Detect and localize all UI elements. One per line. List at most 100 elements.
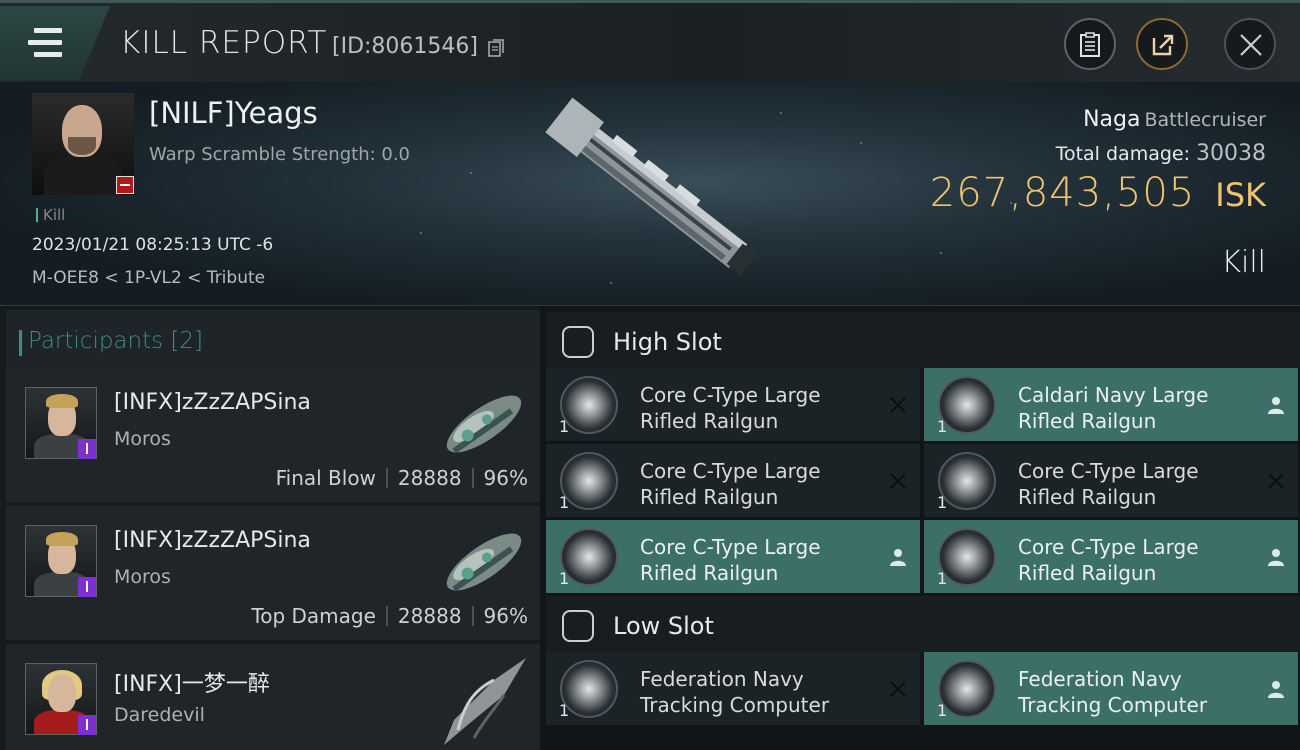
item-quantity: 1	[559, 417, 570, 436]
menu-icon-bar	[28, 40, 62, 45]
item-quantity: 1	[937, 569, 948, 588]
fitting-item[interactable]: 1 Core C-Type Large Rifled Railgun	[546, 368, 920, 441]
low-slot-label: Low Slot	[613, 612, 714, 640]
victim-ship[interactable]: Naga Battlecruiser	[1083, 107, 1266, 132]
total-damage-value: 30038	[1196, 141, 1266, 166]
participant-stats: Final Blow 28888 96%	[276, 466, 528, 490]
item-name: Core C-Type Large Rifled Railgun	[640, 534, 821, 586]
daredevil-ship-image	[444, 658, 526, 745]
participant-ship: Daredevil	[114, 704, 205, 726]
participant-damage: 28888	[397, 466, 462, 490]
dropped-person-icon	[1268, 549, 1284, 566]
fitting-item[interactable]: 1 Core C-Type Large Rifled Railgun	[546, 444, 920, 517]
item-name-line: Core C-Type Large	[640, 383, 821, 407]
ship-name: Naga	[1083, 107, 1141, 132]
participant-ship: Moros	[114, 428, 171, 450]
participants-header: Participants [2]	[6, 310, 540, 368]
total-damage-label: Total damage:	[1055, 143, 1190, 165]
moros-ship-image	[446, 395, 522, 454]
portrait-body	[44, 155, 122, 195]
item-name-line: Caldari Navy Large	[1018, 383, 1209, 407]
item-name: Core C-Type Large Rifled Railgun	[1018, 534, 1199, 586]
clipboard-icon	[1080, 32, 1100, 57]
fitting-item[interactable]: 1 Federation Navy Tracking Computer	[546, 652, 920, 725]
item-name-line: Rifled Railgun	[1018, 561, 1157, 585]
report-id: [ID:8061546]	[332, 34, 478, 59]
fitting-item[interactable]: 1 Core C-Type Large Rifled Railgun	[924, 520, 1298, 593]
participant-stats: Top Damage 28888 96%	[251, 604, 528, 628]
item-name-line: Core C-Type Large	[1018, 459, 1199, 483]
participant-row[interactable]: [INFX]一梦一醉 Daredevil	[6, 644, 540, 750]
item-quantity: 1	[937, 701, 948, 720]
menu-icon-bar	[34, 52, 62, 57]
slot-icon	[562, 610, 594, 642]
kill-result: Kill	[1221, 245, 1266, 280]
high-slot-header: High Slot	[546, 312, 1300, 368]
victim-name[interactable]: [NILF]Yeags	[149, 96, 318, 130]
item-name-line: Core C-Type Large	[1018, 535, 1199, 559]
naga-ship-image[interactable]	[520, 85, 780, 295]
participant-name: [INFX]一梦一醉	[114, 672, 270, 697]
item-name-line: Rifled Railgun	[1018, 485, 1157, 509]
participant-role: Top Damage	[251, 604, 376, 628]
clipboard-button[interactable]	[1064, 18, 1116, 70]
menu-icon	[34, 28, 62, 33]
item-name: Core C-Type Large Rifled Railgun	[640, 382, 821, 434]
participant-damage: 28888	[397, 604, 462, 628]
item-name: Federation Navy Tracking Computer	[640, 666, 829, 718]
destroyed-x-icon	[890, 397, 906, 413]
participant-name: [INFX]zZzZAPSina	[114, 528, 311, 553]
participant-row[interactable]: [INFX]zZzZAPSina Moros Final Blow 28888 96…	[6, 368, 540, 502]
slot-icon	[562, 326, 594, 358]
dropped-person-icon	[1268, 681, 1284, 698]
close-icon	[1240, 34, 1262, 56]
participant-percent: 96%	[483, 604, 528, 628]
item-quantity: 1	[559, 701, 570, 720]
warp-scramble-strength: Warp Scramble Strength: 0.0	[149, 144, 411, 165]
menu-button[interactable]	[0, 6, 110, 80]
kill-tag: Kill	[36, 206, 65, 224]
ship-class: Battlecruiser	[1144, 109, 1266, 131]
item-name-line: Rifled Railgun	[640, 485, 779, 509]
item-name-line: Tracking Computer	[640, 693, 830, 717]
participant-ship: Moros	[114, 566, 171, 588]
destroyed-x-icon	[890, 681, 906, 697]
item-quantity: 1	[559, 493, 570, 512]
isk-amount: 267,843,505	[929, 170, 1196, 216]
participants-panel: Participants [2] [INFX]zZzZAPSina Moros …	[0, 306, 540, 750]
copy-icon[interactable]	[488, 39, 504, 57]
share-button[interactable]	[1136, 18, 1188, 70]
participant-name: [INFX]zZzZAPSina	[114, 390, 311, 415]
item-name: Core C-Type Large Rifled Railgun	[640, 458, 821, 510]
stat-divider	[385, 606, 388, 626]
low-slot-header: Low Slot	[546, 596, 1300, 652]
item-name-line: Rifled Railgun	[640, 561, 779, 585]
item-name-line: Federation Navy	[640, 667, 804, 691]
portrait-beard	[68, 137, 96, 155]
top-bar: KILL REPORT [ID:8061546]	[0, 0, 1300, 82]
item-name: Core C-Type Large Rifled Railgun	[1018, 458, 1199, 510]
item-name-line: Rifled Railgun	[640, 409, 779, 433]
item-quantity: 1	[937, 417, 948, 436]
destroyed-x-icon	[890, 473, 906, 489]
stat-divider	[471, 468, 474, 488]
item-quantity: 1	[559, 569, 570, 588]
item-name-line: Tracking Computer	[1018, 693, 1208, 717]
kill-location[interactable]: M-OEE8 < 1P-VL2 < Tribute	[32, 268, 265, 288]
fitting-item[interactable]: 1 Caldari Navy Large Rifled Railgun	[924, 368, 1298, 441]
corp-badge-icon	[78, 715, 96, 735]
item-name: Federation Navy Tracking Computer	[1018, 666, 1207, 718]
kill-datetime: 2023/01/21 08:25:13 UTC -6	[32, 235, 274, 255]
dropped-person-icon	[890, 549, 906, 566]
item-name-line: Federation Navy	[1018, 667, 1182, 691]
total-damage: Total damage: 30038	[1056, 141, 1266, 166]
fitting-item[interactable]: 1 Core C-Type Large Rifled Railgun	[546, 520, 920, 593]
fitting-item[interactable]: 1 Federation Navy Tracking Computer	[924, 652, 1298, 725]
participant-role: Final Blow	[275, 466, 376, 490]
close-button[interactable]	[1224, 18, 1276, 70]
item-name-line: Core C-Type Large	[640, 535, 821, 559]
fitting-item[interactable]: 1 Core C-Type Large Rifled Railgun	[924, 444, 1298, 517]
participants-title: Participants [2]	[19, 328, 203, 356]
share-icon	[1152, 34, 1174, 56]
participant-row[interactable]: [INFX]zZzZAPSina Moros Top Damage 28888 96…	[6, 506, 540, 640]
